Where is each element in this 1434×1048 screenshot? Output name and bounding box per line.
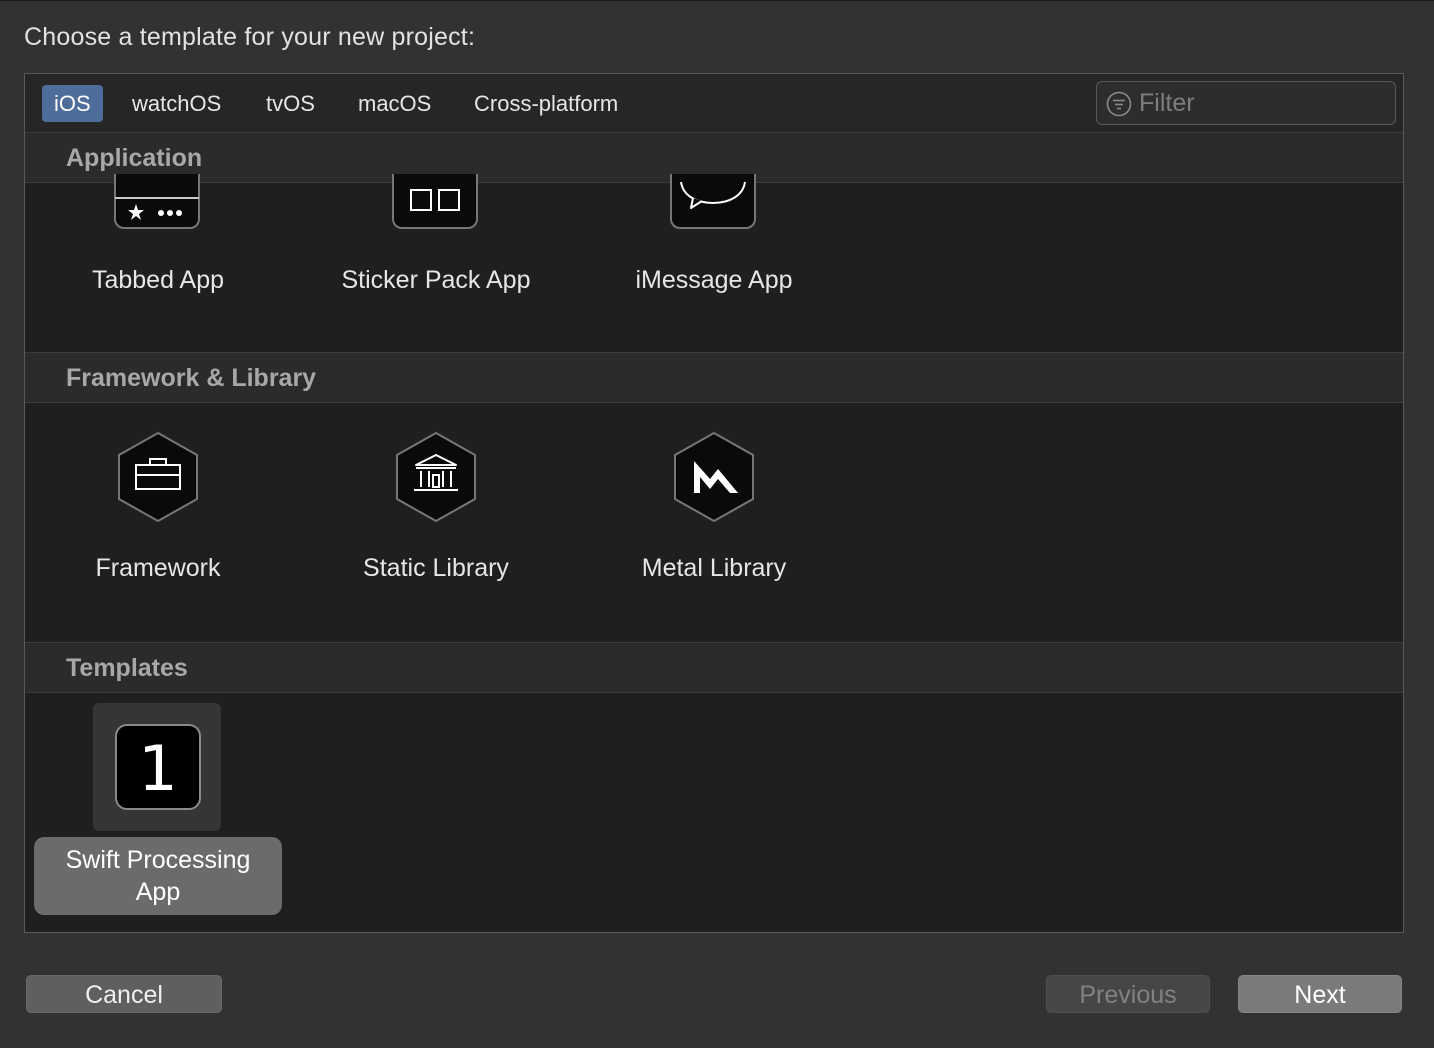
tab-tvos[interactable]: tvOS — [254, 85, 327, 122]
imessage-app-icon — [670, 174, 756, 229]
template-item-framework[interactable]: Framework — [38, 429, 278, 594]
metal-library-icon — [674, 431, 754, 523]
template-item-tabbed-app[interactable]: Tabbed App — [38, 174, 278, 349]
tab-ios[interactable]: iOS — [42, 85, 103, 122]
template-item-imessage-app[interactable]: iMessage App — [594, 174, 834, 349]
template-item-static-library[interactable]: Static Library — [316, 429, 556, 594]
previous-button[interactable]: Previous — [1046, 975, 1210, 1013]
template-item-label: Sticker Pack App — [341, 266, 531, 294]
section-title: Templates — [66, 654, 188, 682]
filter-input[interactable] — [1139, 88, 1379, 118]
platform-tab-bar: iOS watchOS tvOS macOS Cross-platform — [25, 74, 1403, 133]
next-button[interactable]: Next — [1238, 975, 1402, 1013]
template-item-label: Static Library — [363, 554, 509, 582]
filter-icon — [1106, 91, 1132, 117]
sticker-pack-app-icon — [392, 174, 478, 229]
template-item-label: Tabbed App — [91, 266, 225, 294]
section-header-framework-library: Framework & Library — [25, 352, 1403, 403]
framework-icon — [118, 431, 198, 523]
template-item-sticker-pack-app[interactable]: Sticker Pack App — [316, 174, 556, 349]
section-title: Application — [66, 144, 203, 172]
tab-macos[interactable]: macOS — [346, 85, 443, 122]
dialog-prompt: Choose a template for your new project: — [24, 23, 476, 51]
icon-glyph: 1 — [138, 732, 177, 805]
filter-field[interactable] — [1096, 81, 1396, 125]
tab-watchos[interactable]: watchOS — [120, 85, 233, 122]
tabbed-app-icon — [114, 174, 200, 229]
number-one-icon: 1 — [115, 724, 201, 810]
tab-cross-platform[interactable]: Cross-platform — [462, 85, 630, 122]
section-header-templates: Templates — [25, 642, 1403, 693]
template-item-label: iMessage App — [635, 266, 793, 294]
template-item-label: Swift Processing App — [34, 837, 282, 915]
static-library-icon — [396, 431, 476, 523]
template-item-label: Metal Library — [641, 554, 787, 582]
section-title: Framework & Library — [66, 364, 317, 392]
cancel-button[interactable]: Cancel — [26, 975, 222, 1013]
template-panel: iOS watchOS tvOS macOS Cross-platform Ap… — [24, 73, 1404, 933]
template-item-metal-library[interactable]: Metal Library — [594, 429, 834, 594]
template-item-label: Framework — [95, 554, 221, 582]
